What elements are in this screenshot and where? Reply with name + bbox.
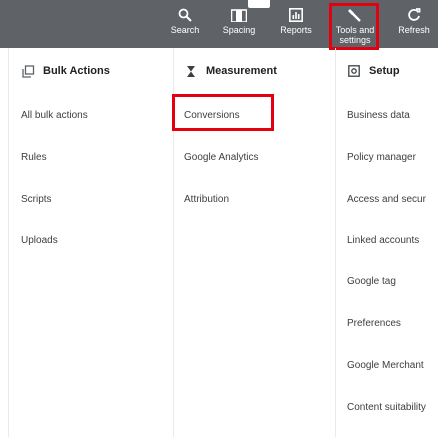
search-label: Search <box>170 25 200 35</box>
spacing-icon <box>231 0 247 22</box>
menu-item-policy-manager[interactable]: Policy manager <box>347 152 416 163</box>
refresh-button[interactable]: Refresh <box>394 0 434 48</box>
menu-item-preferences[interactable]: Preferences <box>347 318 401 329</box>
refresh-icon <box>407 0 421 22</box>
reports-icon <box>289 0 303 22</box>
bulk-actions-header: Bulk Actions <box>21 64 110 78</box>
menu-item-rules[interactable]: Rules <box>21 152 47 163</box>
spacing-label: Spacing <box>222 25 256 35</box>
menu-item-google-analytics[interactable]: Google Analytics <box>184 152 259 163</box>
hourglass-icon <box>184 64 198 78</box>
reports-label: Reports <box>280 25 312 35</box>
menu-item-scripts[interactable]: Scripts <box>21 194 52 205</box>
tools-highlight-box <box>329 3 379 50</box>
menu-item-access-and-security[interactable]: Access and secur <box>347 194 426 205</box>
search-icon <box>178 0 192 22</box>
new-badge <box>248 0 270 8</box>
reports-button[interactable]: Reports <box>274 0 318 48</box>
setup-icon <box>347 64 361 78</box>
menu-item-business-data[interactable]: Business data <box>347 110 410 121</box>
menu-item-google-tag[interactable]: Google tag <box>347 276 396 287</box>
measurement-header: Measurement <box>184 64 277 78</box>
search-button[interactable]: Search <box>167 0 203 48</box>
setup-header: Setup <box>347 64 400 78</box>
menu-item-content-suitability[interactable]: Content suitability <box>347 402 426 413</box>
setup-column: Setup Business data Policy manager Acces… <box>335 48 438 437</box>
bulk-actions-title: Bulk Actions <box>43 65 110 77</box>
menu-item-linked-accounts[interactable]: Linked accounts <box>347 235 419 246</box>
measurement-title: Measurement <box>206 65 277 77</box>
menu-item-uploads[interactable]: Uploads <box>21 235 58 246</box>
setup-title: Setup <box>369 65 400 77</box>
bulk-actions-column: Bulk Actions All bulk actions Rules Scri… <box>8 48 174 437</box>
menu-item-google-merchant[interactable]: Google Merchant <box>347 360 424 371</box>
menu-item-attribution[interactable]: Attribution <box>184 194 229 205</box>
bulk-actions-icon <box>21 64 35 78</box>
conversions-highlight-box <box>172 94 274 131</box>
refresh-label: Refresh <box>398 25 430 35</box>
menu-item-all-bulk-actions[interactable]: All bulk actions <box>21 110 88 121</box>
